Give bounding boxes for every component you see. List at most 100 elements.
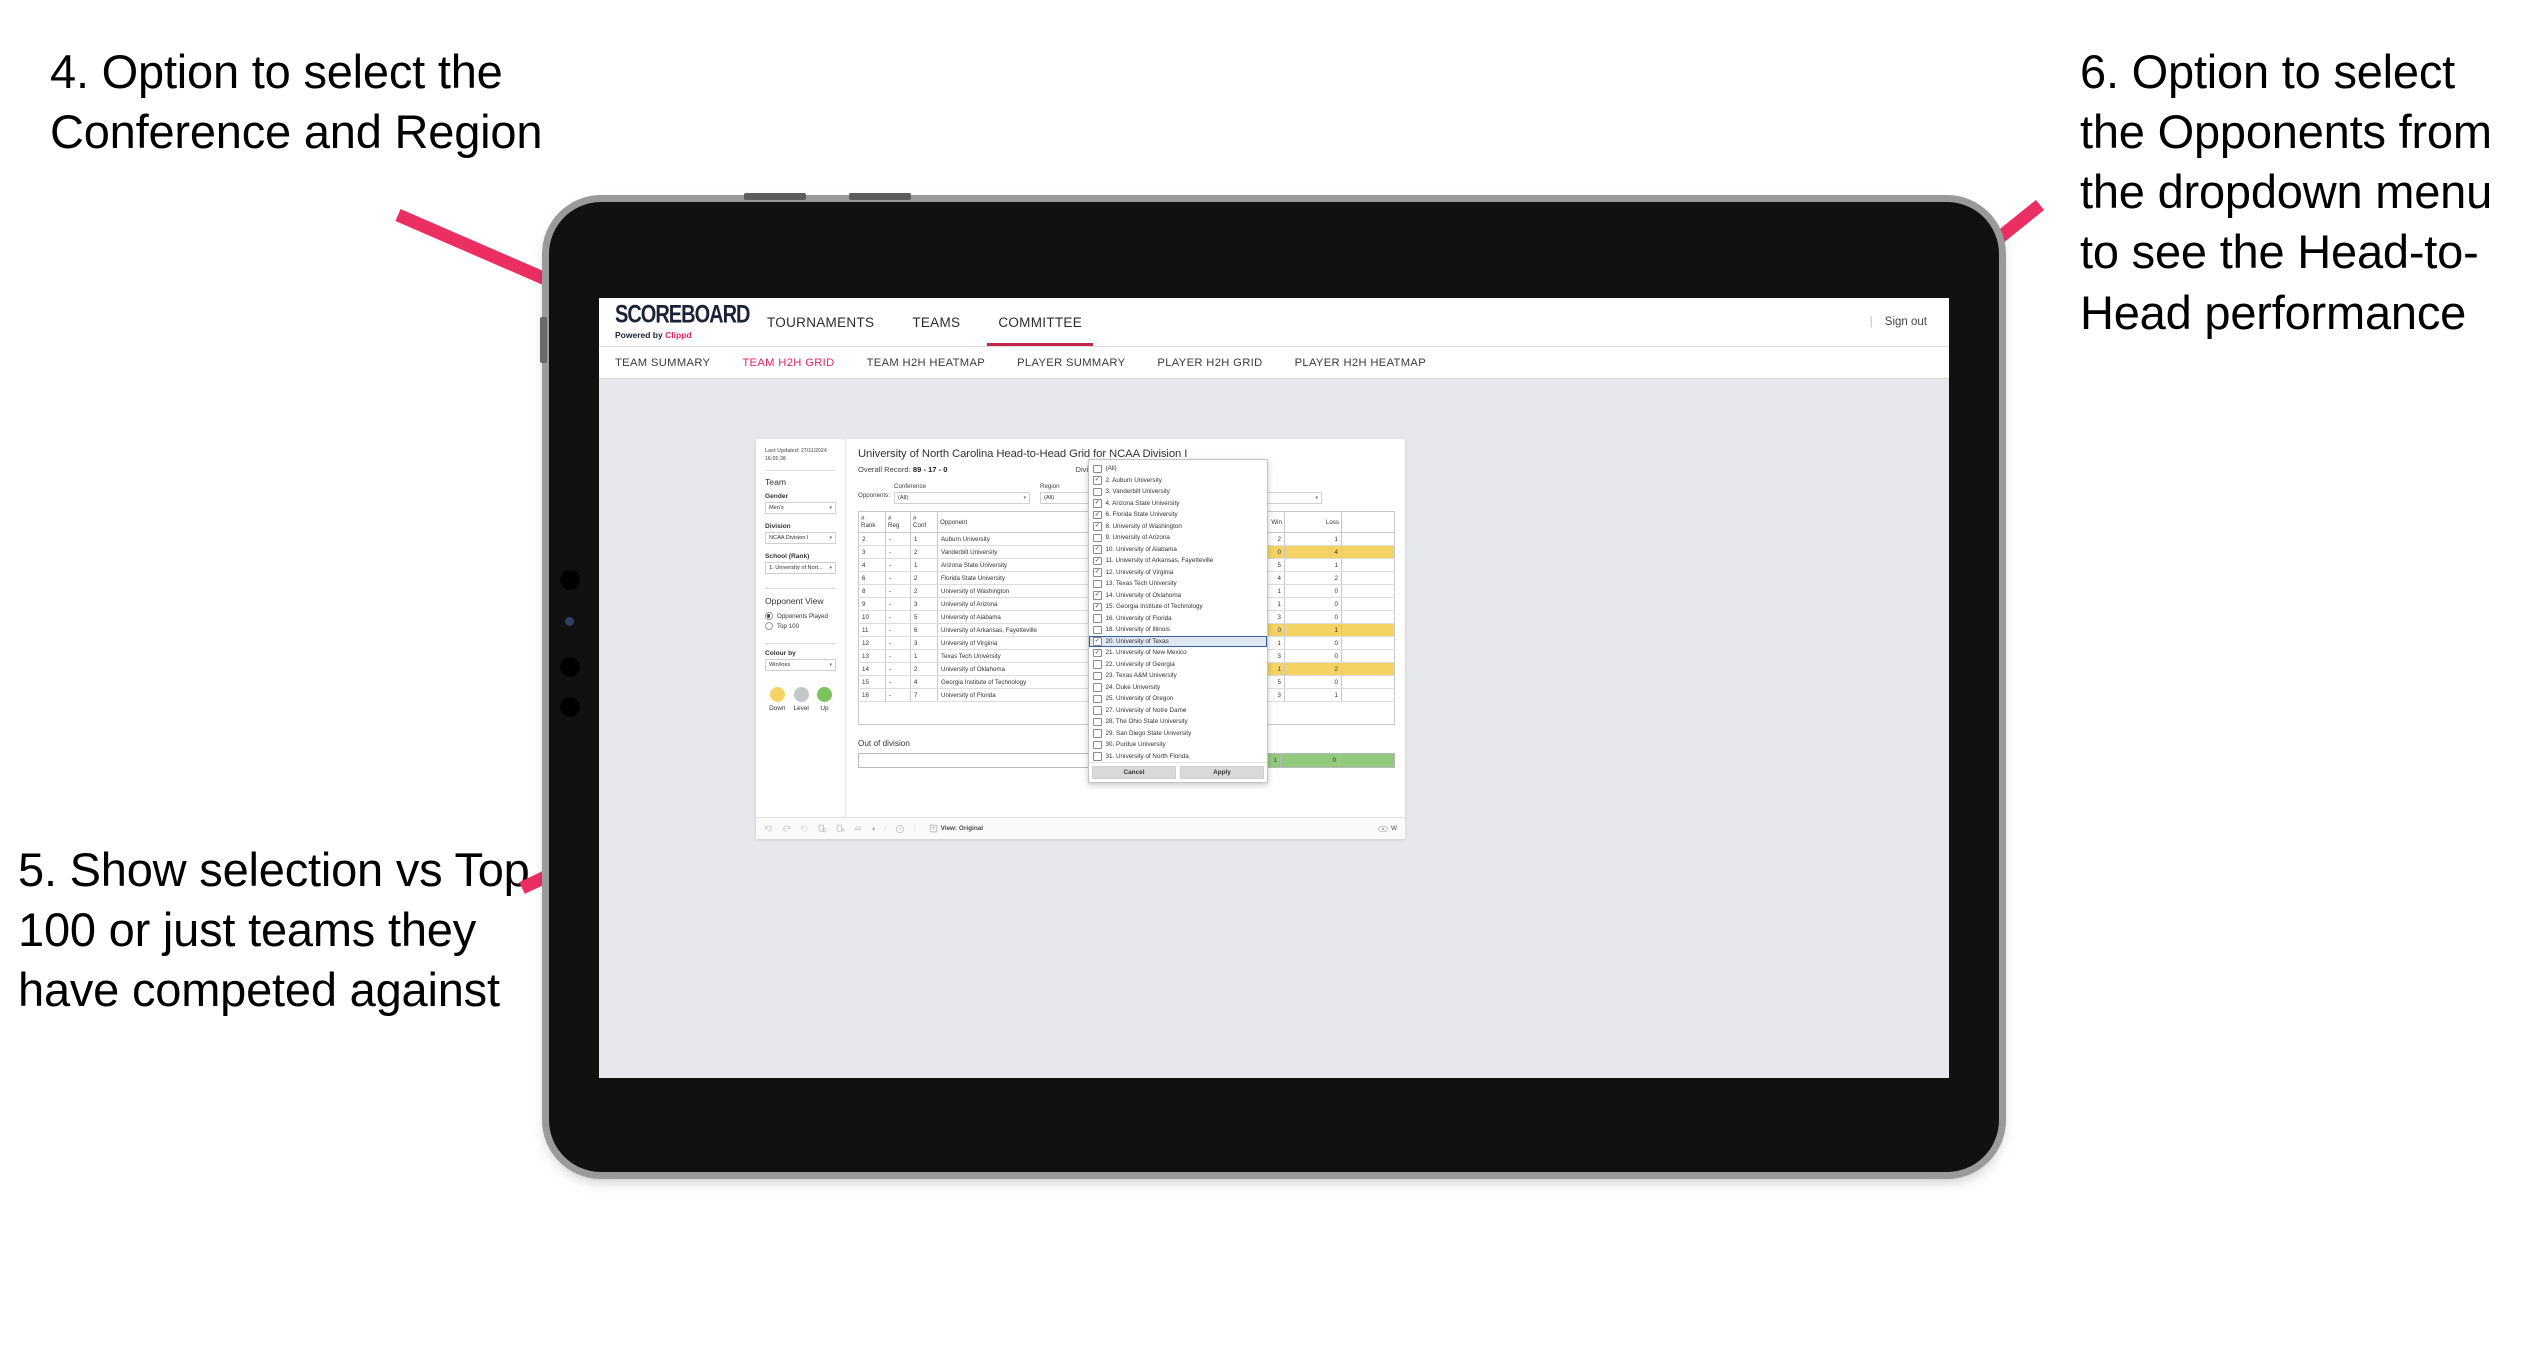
checkbox-icon[interactable] <box>1093 614 1102 623</box>
checkbox-icon[interactable] <box>1093 533 1102 542</box>
checkbox-icon[interactable]: ✓ <box>1093 556 1102 565</box>
colour-by-select[interactable]: Win/loss ▾ <box>765 659 836 672</box>
checkbox-icon[interactable]: ✓ <box>1093 522 1102 531</box>
cell-reg: - <box>885 662 911 676</box>
subnav-team-h2h-heatmap[interactable]: TEAM H2H HEATMAP <box>851 357 1002 369</box>
gender-select[interactable]: Men's ▾ <box>765 502 836 515</box>
checkbox-icon[interactable] <box>1093 487 1102 496</box>
opponent-option[interactable]: 3. Vanderbilt University <box>1089 486 1267 498</box>
checkbox-icon[interactable] <box>1093 671 1102 680</box>
pause-updates-icon[interactable] <box>836 824 845 833</box>
checkbox-icon[interactable]: ✓ <box>1093 591 1102 600</box>
opponent-option[interactable]: ✓ 10. University of Alabama <box>1089 544 1267 556</box>
cell-reg: - <box>885 584 911 598</box>
checkbox-icon[interactable] <box>1093 660 1102 669</box>
view-original-button[interactable]: View: Original <box>929 824 983 833</box>
checkbox-icon[interactable]: ✓ <box>1093 499 1102 508</box>
sensor-dot <box>565 617 574 626</box>
subnav-player-summary[interactable]: PLAYER SUMMARY <box>1001 357 1141 369</box>
volume-down-button[interactable] <box>849 193 911 200</box>
opponent-option[interactable]: ✓ 6. Florida State University <box>1089 509 1267 521</box>
subnav-player-h2h-grid[interactable]: PLAYER H2H GRID <box>1141 357 1278 369</box>
opponent-option[interactable]: ✓ 12. University of Virginia <box>1089 567 1267 579</box>
opponent-option-list[interactable]: (All) ✓ 2. Auburn University 3. Vanderbilt … <box>1089 463 1267 762</box>
checkbox-icon[interactable] <box>1093 683 1102 692</box>
checkbox-icon[interactable]: ✓ <box>1093 476 1102 485</box>
annotation-6: 6. Option to select the Opponents from t… <box>2080 45 2505 339</box>
opponent-option-label: 21. University of New Mexico <box>1105 649 1187 657</box>
division-select[interactable]: NCAA Division I ▾ <box>765 532 836 545</box>
radio-top-100[interactable]: Top 100 <box>765 622 836 631</box>
refresh-data-icon[interactable] <box>818 824 827 833</box>
radio-opponents-played[interactable]: Opponents Played <box>765 612 836 621</box>
checkbox-icon[interactable] <box>1093 740 1102 749</box>
opponent-option[interactable]: 24. Duke University <box>1089 682 1267 694</box>
checkbox-icon[interactable] <box>1093 706 1102 715</box>
revert-icon[interactable] <box>800 824 809 833</box>
checkbox-icon[interactable] <box>1093 752 1102 761</box>
cell-conf: 5 <box>910 610 938 624</box>
volume-up-button[interactable] <box>744 193 806 200</box>
opponent-option[interactable]: ✓ 4. Arizona State University <box>1089 498 1267 510</box>
checkbox-icon[interactable]: ✓ <box>1093 545 1102 554</box>
checkbox-icon[interactable] <box>1093 579 1102 588</box>
checkbox-icon[interactable]: ✓ <box>1093 648 1102 657</box>
opponent-option[interactable]: ✓ 2. Auburn University <box>1089 475 1267 487</box>
nav-committee[interactable]: COMMITTEE <box>979 298 1101 346</box>
cancel-button[interactable]: Cancel <box>1092 766 1176 779</box>
opponent-option[interactable]: 9. University of Arizona <box>1089 532 1267 544</box>
sign-out-link[interactable]: Sign out <box>1885 316 1927 328</box>
nav-tournaments[interactable]: TOURNAMENTS <box>748 298 893 346</box>
opponent-option[interactable]: 27. University of Notre Dame <box>1089 705 1267 717</box>
conference-label: Conference <box>894 483 926 490</box>
subnav-team-summary[interactable]: TEAM SUMMARY <box>599 357 726 369</box>
checkbox-icon[interactable]: ✓ <box>1093 637 1102 646</box>
opponent-option[interactable]: ✓ 11. University of Arkansas, Fayettevill… <box>1089 555 1267 567</box>
opponent-option[interactable]: ✓ 21. University of New Mexico <box>1089 647 1267 659</box>
checkbox-icon[interactable]: ✓ <box>1093 568 1102 577</box>
sub-nav: TEAM SUMMARY TEAM H2H GRID TEAM H2H HEAT… <box>599 347 1949 379</box>
opponent-option[interactable]: 18. University of Illinois <box>1089 624 1267 636</box>
opponent-option[interactable]: ✓ 20. University of Texas <box>1089 635 1267 647</box>
cell-conf: 7 <box>910 688 938 702</box>
opponent-option-label: 15. Georgia Institute of Technology <box>1105 603 1203 611</box>
checkbox-icon[interactable] <box>1093 625 1102 634</box>
app-logo[interactable]: SCOREBOARD Powered by Clippd <box>615 302 750 340</box>
subnav-player-h2h-heatmap[interactable]: PLAYER H2H HEATMAP <box>1279 357 1442 369</box>
history-icon[interactable] <box>895 824 905 834</box>
col-rank: # Rank <box>858 511 886 533</box>
power-button[interactable] <box>540 317 547 363</box>
opponent-option[interactable]: 29. San Diego State University <box>1089 728 1267 740</box>
opponent-option[interactable]: ✓ 14. University of Oklahoma <box>1089 590 1267 602</box>
checkbox-icon[interactable] <box>1093 729 1102 738</box>
opponent-option[interactable]: ✓ 8. University of Washington <box>1089 521 1267 533</box>
share-icon[interactable] <box>854 824 863 833</box>
last-updated-time: 16:55:38 <box>765 456 786 463</box>
opponent-option[interactable]: 16. University of Florida <box>1089 613 1267 625</box>
school-rank-select[interactable]: 1. University of Nort... ▾ <box>765 562 836 575</box>
opponent-option[interactable]: ✓ 15. Georgia Institute of Technology <box>1089 601 1267 613</box>
checkbox-icon[interactable]: ✓ <box>1093 602 1102 611</box>
opponent-option[interactable]: 22. University of Georgia <box>1089 659 1267 671</box>
opponent-option[interactable]: 31. University of North Florida <box>1089 751 1267 763</box>
cell-extra <box>1341 675 1395 689</box>
checkbox-icon[interactable] <box>1093 464 1102 473</box>
subnav-team-h2h-grid[interactable]: TEAM H2H GRID <box>726 357 850 369</box>
checkbox-icon[interactable]: ✓ <box>1093 510 1102 519</box>
checkbox-icon[interactable] <box>1093 694 1102 703</box>
opponent-option[interactable]: 23. Texas A&M University <box>1089 670 1267 682</box>
toolbar-watch-area[interactable]: W <box>1378 825 1397 833</box>
undo-icon[interactable] <box>764 824 773 833</box>
opponent-option[interactable]: (All) <box>1089 463 1267 475</box>
chevron-down-icon[interactable]: ▾ <box>872 825 875 833</box>
conference-dropdown[interactable]: (All) ▾ <box>894 492 1030 504</box>
opponent-option[interactable]: 30. Purdue University <box>1089 739 1267 751</box>
nav-teams[interactable]: TEAMS <box>893 298 979 346</box>
apply-button[interactable]: Apply <box>1180 766 1264 779</box>
opponent-option[interactable]: 28. The Ohio State University <box>1089 716 1267 728</box>
checkbox-icon[interactable] <box>1093 717 1102 726</box>
popup-actions: Cancel Apply <box>1089 762 1267 782</box>
redo-icon[interactable] <box>782 824 791 833</box>
opponent-option[interactable]: 13. Texas Tech University <box>1089 578 1267 590</box>
opponent-option[interactable]: 25. University of Oregon <box>1089 693 1267 705</box>
